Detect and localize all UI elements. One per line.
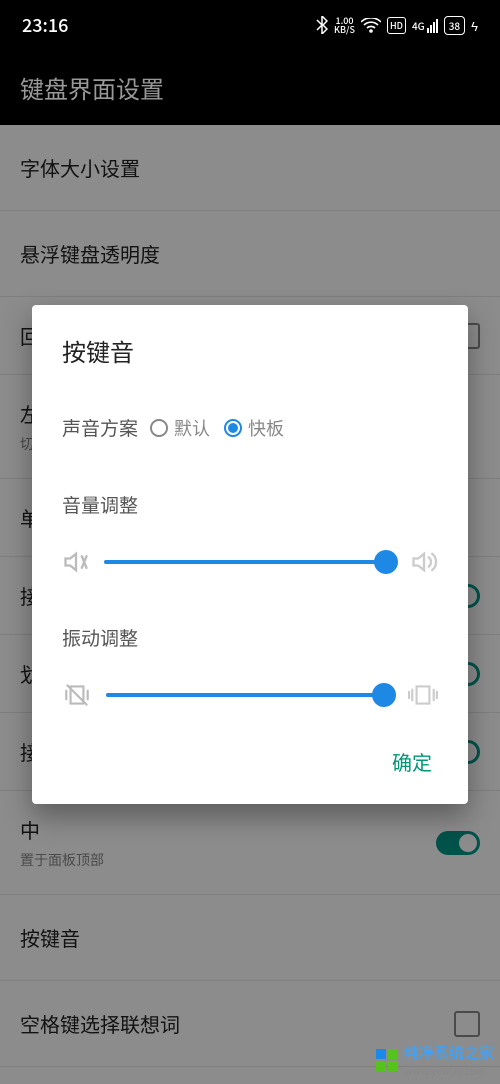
list-item-label: 悬浮键盘透明度 xyxy=(20,239,160,268)
radio-label: 快板 xyxy=(248,415,284,441)
volume-slider[interactable] xyxy=(104,560,396,564)
watermark-text: 纯净系统之家 xyxy=(404,1042,494,1063)
charging-icon: ϟ xyxy=(471,16,478,35)
radio-option-kuaiban[interactable]: 快板 xyxy=(224,415,284,441)
dialog-container: 按键音 声音方案 默认 快板 音量调整 xyxy=(0,305,500,804)
mute-icon xyxy=(62,548,90,576)
list-item-label: 字体大小设置 xyxy=(20,153,140,182)
checkbox[interactable] xyxy=(454,1011,480,1037)
dialog-title: 按键音 xyxy=(62,333,438,368)
key-sound-dialog: 按键音 声音方案 默认 快板 音量调整 xyxy=(32,305,468,804)
watermark-url: www.ycwjzy.com xyxy=(404,1063,494,1078)
sound-icon xyxy=(410,548,438,576)
radio-icon xyxy=(224,419,242,437)
vibrate-on-icon xyxy=(408,681,438,709)
list-item-font-size[interactable]: 字体大小设置 xyxy=(0,125,500,211)
wifi-icon xyxy=(361,18,381,33)
page-title: 键盘界面设置 xyxy=(20,70,164,105)
list-item[interactable]: 中 置于面板顶部 xyxy=(0,791,500,895)
list-item-key-sound[interactable]: 按键音 xyxy=(0,895,500,981)
bluetooth-icon xyxy=(316,16,328,34)
hd-badge: HD xyxy=(387,17,406,34)
list-item-label: 中 xyxy=(20,815,104,844)
battery-icon: 38 xyxy=(444,16,465,35)
ok-button[interactable]: 确定 xyxy=(386,737,438,786)
status-right: 1.00 KB/S HD 4G 38 ϟ xyxy=(316,16,478,35)
settings-list: 字体大小设置 悬浮键盘透明度 回车键发送消息 左 切 单 接 划 接 中 置于面… xyxy=(0,125,500,1084)
list-item-sub: 置于面板顶部 xyxy=(20,850,104,870)
list-item-float-opacity[interactable]: 悬浮键盘透明度 xyxy=(0,211,500,297)
sound-scheme-row: 声音方案 默认 快板 xyxy=(62,414,438,441)
vibrate-slider[interactable] xyxy=(106,693,394,697)
vibrate-label: 振动调整 xyxy=(62,624,438,651)
slider-thumb[interactable] xyxy=(372,683,396,707)
list-item-label: 按键音 xyxy=(20,923,80,952)
list-item-label: 空格键选择联想词 xyxy=(20,1009,180,1038)
vibrate-off-icon xyxy=(62,681,92,709)
radio-label: 默认 xyxy=(174,415,210,441)
network-speed: 1.00 KB/S xyxy=(334,16,355,34)
clock: 23:16 xyxy=(22,12,68,38)
radio-icon xyxy=(150,419,168,437)
signal-4g: 4G xyxy=(412,18,438,33)
volume-label: 音量调整 xyxy=(62,491,438,518)
vibrate-slider-row xyxy=(62,681,438,709)
toggle[interactable] xyxy=(436,831,480,855)
volume-slider-row xyxy=(62,548,438,576)
radio-option-default[interactable]: 默认 xyxy=(150,415,210,441)
sound-scheme-label: 声音方案 xyxy=(62,414,138,441)
watermark: 纯净系统之家 www.ycwjzy.com xyxy=(376,1042,494,1078)
slider-thumb[interactable] xyxy=(374,550,398,574)
app-header: 键盘界面设置 xyxy=(0,50,500,125)
watermark-icon xyxy=(376,1049,398,1071)
status-bar: 23:16 1.00 KB/S HD 4G 38 ϟ xyxy=(0,0,500,50)
